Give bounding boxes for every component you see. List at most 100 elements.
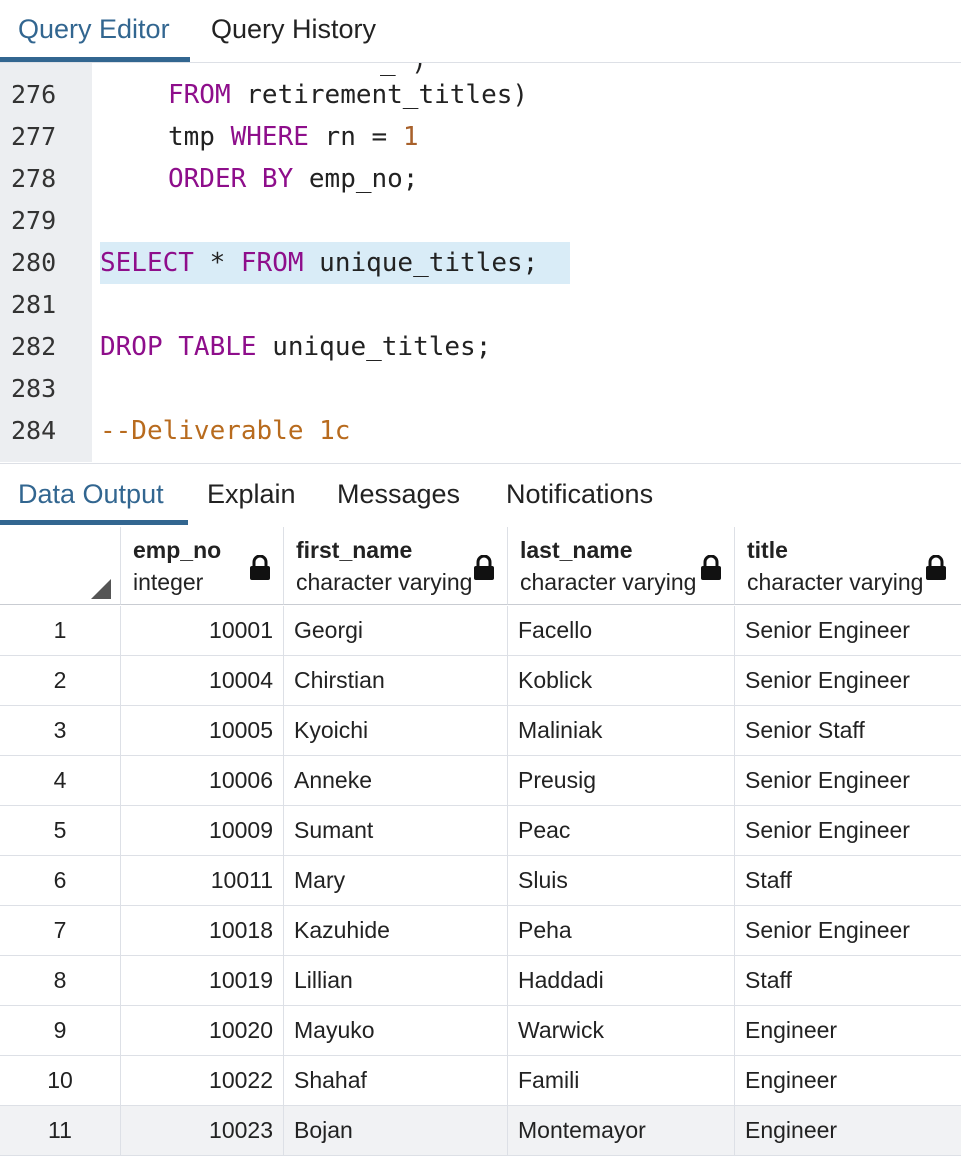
cell-last-name[interactable]: Maliniak bbox=[508, 706, 735, 755]
table-row[interactable]: 3 10005 Kyoichi Maliniak Senior Staff bbox=[0, 706, 961, 756]
sql-editor[interactable]: _ ) 276 277 278 279 280 281 282 283 284 … bbox=[0, 63, 961, 462]
line-number: 280 bbox=[11, 248, 57, 277]
cell-title[interactable]: Senior Engineer bbox=[735, 806, 961, 855]
column-header-first-name[interactable]: first_name character varying bbox=[284, 527, 508, 605]
cell-first-name[interactable]: Georgi bbox=[284, 606, 508, 655]
table-row[interactable]: 5 10009 Sumant Peac Senior Engineer bbox=[0, 806, 961, 856]
active-tab-indicator bbox=[0, 57, 190, 62]
column-header-emp-no[interactable]: emp_no integer bbox=[121, 527, 284, 605]
tab-data-output[interactable]: Data Output bbox=[18, 479, 164, 510]
cell-first-name[interactable]: Kyoichi bbox=[284, 706, 508, 755]
lock-icon bbox=[926, 555, 946, 580]
row-number[interactable]: 1 bbox=[0, 606, 121, 655]
column-header-last-name[interactable]: last_name character varying bbox=[508, 527, 735, 605]
output-tabs: Data Output Explain Messages Notificatio… bbox=[0, 463, 961, 526]
cell-first-name[interactable]: Mary bbox=[284, 856, 508, 905]
cell-last-name[interactable]: Famili bbox=[508, 1056, 735, 1105]
row-number[interactable]: 5 bbox=[0, 806, 121, 855]
line-number: 282 bbox=[11, 332, 57, 361]
column-type: integer bbox=[133, 569, 204, 595]
corner-triangle-icon bbox=[91, 579, 111, 599]
cell-last-name[interactable]: Sluis bbox=[508, 856, 735, 905]
cell-last-name[interactable]: Facello bbox=[508, 606, 735, 655]
cell-emp-no[interactable]: 10009 bbox=[121, 806, 284, 855]
cell-emp-no[interactable]: 10019 bbox=[121, 956, 284, 1005]
cell-emp-no[interactable]: 10020 bbox=[121, 1006, 284, 1055]
row-number[interactable]: 4 bbox=[0, 756, 121, 805]
row-number[interactable]: 8 bbox=[0, 956, 121, 1005]
cell-title[interactable]: Senior Engineer bbox=[735, 656, 961, 705]
cell-emp-no[interactable]: 10022 bbox=[121, 1056, 284, 1105]
column-header-title[interactable]: title character varying bbox=[735, 527, 961, 605]
table-row[interactable]: 1 10001 Georgi Facello Senior Engineer bbox=[0, 606, 961, 656]
column-name: title bbox=[747, 537, 788, 563]
row-number[interactable]: 2 bbox=[0, 656, 121, 705]
sql-keyword: FROM bbox=[168, 80, 231, 110]
cell-title[interactable]: Engineer bbox=[735, 1006, 961, 1055]
partial-code-line: _ ) bbox=[380, 63, 427, 77]
cell-first-name[interactable]: Kazuhide bbox=[284, 906, 508, 955]
cell-emp-no[interactable]: 10001 bbox=[121, 606, 284, 655]
cell-title[interactable]: Engineer bbox=[735, 1106, 961, 1155]
lock-icon bbox=[701, 555, 721, 580]
cell-first-name[interactable]: Anneke bbox=[284, 756, 508, 805]
cell-first-name[interactable]: Mayuko bbox=[284, 1006, 508, 1055]
cell-last-name[interactable]: Koblick bbox=[508, 656, 735, 705]
code-text: rn = bbox=[308, 122, 403, 152]
cell-last-name[interactable]: Warwick bbox=[508, 1006, 735, 1055]
table-row[interactable]: 8 10019 Lillian Haddadi Staff bbox=[0, 956, 961, 1006]
row-number[interactable]: 6 bbox=[0, 856, 121, 905]
line-number: 281 bbox=[11, 290, 57, 319]
column-type: character varying bbox=[296, 569, 473, 595]
row-number[interactable]: 10 bbox=[0, 1056, 121, 1105]
row-number[interactable]: 3 bbox=[0, 706, 121, 755]
sql-keyword: FROM bbox=[240, 248, 304, 278]
cell-title[interactable]: Staff bbox=[735, 956, 961, 1005]
row-number[interactable]: 9 bbox=[0, 1006, 121, 1055]
cell-last-name[interactable]: Haddadi bbox=[508, 956, 735, 1005]
code-line-277: tmp WHERE rn = 1 bbox=[168, 122, 418, 152]
cell-emp-no[interactable]: 10004 bbox=[121, 656, 284, 705]
cell-title[interactable]: Engineer bbox=[735, 1056, 961, 1105]
cell-first-name[interactable]: Shahaf bbox=[284, 1056, 508, 1105]
cell-first-name[interactable]: Chirstian bbox=[284, 656, 508, 705]
tab-notifications[interactable]: Notifications bbox=[506, 479, 653, 510]
table-row[interactable]: 6 10011 Mary Sluis Staff bbox=[0, 856, 961, 906]
cell-first-name[interactable]: Lillian bbox=[284, 956, 508, 1005]
cell-last-name[interactable]: Peac bbox=[508, 806, 735, 855]
code-line-280: SELECT * FROM unique_titles; bbox=[100, 248, 538, 278]
table-row[interactable]: 4 10006 Anneke Preusig Senior Engineer bbox=[0, 756, 961, 806]
grid-corner-header[interactable] bbox=[0, 527, 121, 605]
cell-emp-no[interactable]: 10011 bbox=[121, 856, 284, 905]
cell-first-name[interactable]: Sumant bbox=[284, 806, 508, 855]
column-type: character varying bbox=[747, 569, 924, 595]
row-number[interactable]: 7 bbox=[0, 906, 121, 955]
line-number: 284 bbox=[11, 416, 57, 445]
cell-emp-no[interactable]: 10006 bbox=[121, 756, 284, 805]
table-row[interactable]: 11 10023 Bojan Montemayor Engineer bbox=[0, 1106, 961, 1156]
tab-messages[interactable]: Messages bbox=[337, 479, 460, 510]
cell-emp-no[interactable]: 10018 bbox=[121, 906, 284, 955]
cell-first-name[interactable]: Bojan bbox=[284, 1106, 508, 1155]
tab-explain[interactable]: Explain bbox=[207, 479, 296, 510]
cell-title[interactable]: Senior Engineer bbox=[735, 606, 961, 655]
row-number[interactable]: 11 bbox=[0, 1106, 121, 1155]
cell-last-name[interactable]: Preusig bbox=[508, 756, 735, 805]
data-output-grid[interactable]: emp_no integer first_name character vary… bbox=[0, 527, 961, 1165]
tab-query-history[interactable]: Query History bbox=[211, 14, 376, 45]
table-row[interactable]: 10 10022 Shahaf Famili Engineer bbox=[0, 1056, 961, 1106]
cell-emp-no[interactable]: 10005 bbox=[121, 706, 284, 755]
code-line-276: FROM retirement_titles) bbox=[168, 80, 528, 110]
table-row[interactable]: 2 10004 Chirstian Koblick Senior Engineer bbox=[0, 656, 961, 706]
cell-title[interactable]: Senior Engineer bbox=[735, 756, 961, 805]
cell-last-name[interactable]: Peha bbox=[508, 906, 735, 955]
cell-title[interactable]: Senior Staff bbox=[735, 706, 961, 755]
sql-keyword: SELECT bbox=[100, 248, 194, 278]
cell-title[interactable]: Senior Engineer bbox=[735, 906, 961, 955]
table-row[interactable]: 9 10020 Mayuko Warwick Engineer bbox=[0, 1006, 961, 1056]
cell-emp-no[interactable]: 10023 bbox=[121, 1106, 284, 1155]
cell-last-name[interactable]: Montemayor bbox=[508, 1106, 735, 1155]
table-row[interactable]: 7 10018 Kazuhide Peha Senior Engineer bbox=[0, 906, 961, 956]
cell-title[interactable]: Staff bbox=[735, 856, 961, 905]
tab-query-editor[interactable]: Query Editor bbox=[18, 14, 170, 45]
